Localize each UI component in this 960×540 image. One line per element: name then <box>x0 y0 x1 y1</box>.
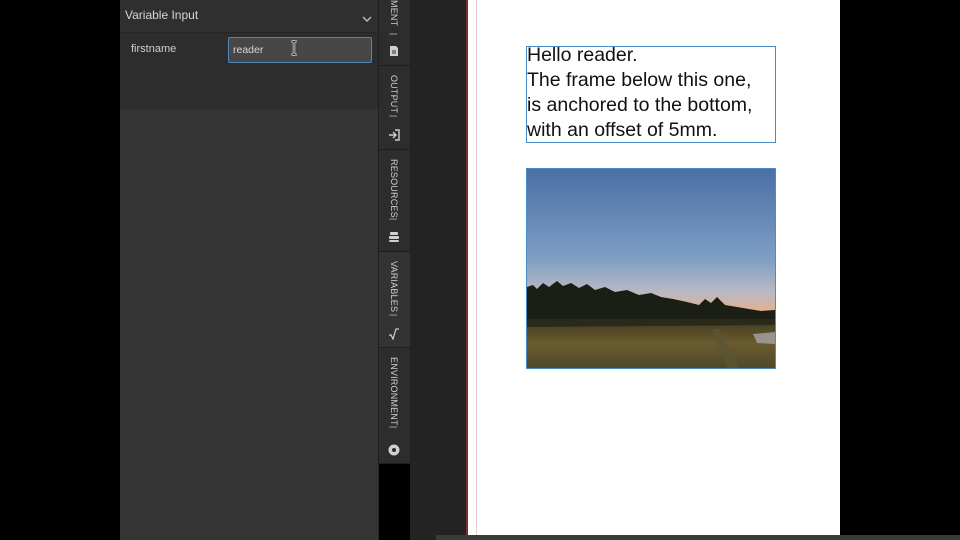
tab-output[interactable]: OUTPUT | <box>379 66 411 150</box>
variable-name-label: firstname <box>131 43 177 55</box>
tab-variables[interactable]: VARIABLES | <box>379 252 411 348</box>
text-line: Hello reader. <box>527 44 638 66</box>
tab-document[interactable]: MENT | <box>379 0 411 66</box>
text-frame[interactable]: Hello reader. The frame below this one, … <box>526 44 776 143</box>
tab-resources[interactable]: RESOURCES | <box>379 150 411 252</box>
stack-icon <box>388 230 400 248</box>
sign-in-icon <box>388 128 400 146</box>
text-line: The frame below this one, <box>527 69 752 91</box>
document-icon <box>388 44 400 62</box>
settings-icon <box>388 443 400 461</box>
chevron-down-icon[interactable] <box>362 10 372 28</box>
tab-separator: | <box>389 426 398 429</box>
image-frame[interactable] <box>526 168 776 369</box>
tab-environment-label: ENVIRONMENT <box>389 357 399 426</box>
tab-resources-label: RESOURCES <box>389 159 399 218</box>
horizontal-scrollbar[interactable] <box>436 535 960 540</box>
tab-environment[interactable]: ENVIRONMENT | <box>379 348 411 464</box>
square-root-icon <box>388 327 400 345</box>
tab-separator: | <box>389 218 398 221</box>
canvas-background <box>410 0 466 540</box>
variable-value-input[interactable] <box>228 37 372 63</box>
text-cursor-icon <box>289 39 299 61</box>
tab-separator: | <box>389 314 398 317</box>
screen-left-margin <box>0 0 120 540</box>
panel-header[interactable]: Variable Input <box>120 0 378 33</box>
tab-variables-label: VARIABLES <box>389 261 399 313</box>
tab-separator: | <box>389 115 398 118</box>
panel-title: Variable Input <box>125 8 199 22</box>
variable-row: firstname <box>120 33 378 109</box>
text-line: is anchored to the bottom, <box>527 94 753 116</box>
sunset-field-photo <box>527 169 775 368</box>
variable-input-panel: Variable Input firstname <box>120 0 379 540</box>
tab-output-label: OUTPUT <box>389 75 399 114</box>
tab-document-label: MENT <box>389 0 399 27</box>
page-margin-guide <box>476 0 477 540</box>
screen-right-margin <box>840 0 960 540</box>
text-line: with an offset of 5mm. <box>527 119 718 141</box>
side-tab-bar: MENT | OUTPUT | RESOURCES | VARIABLES | … <box>378 0 412 464</box>
tab-separator: | <box>389 33 398 36</box>
